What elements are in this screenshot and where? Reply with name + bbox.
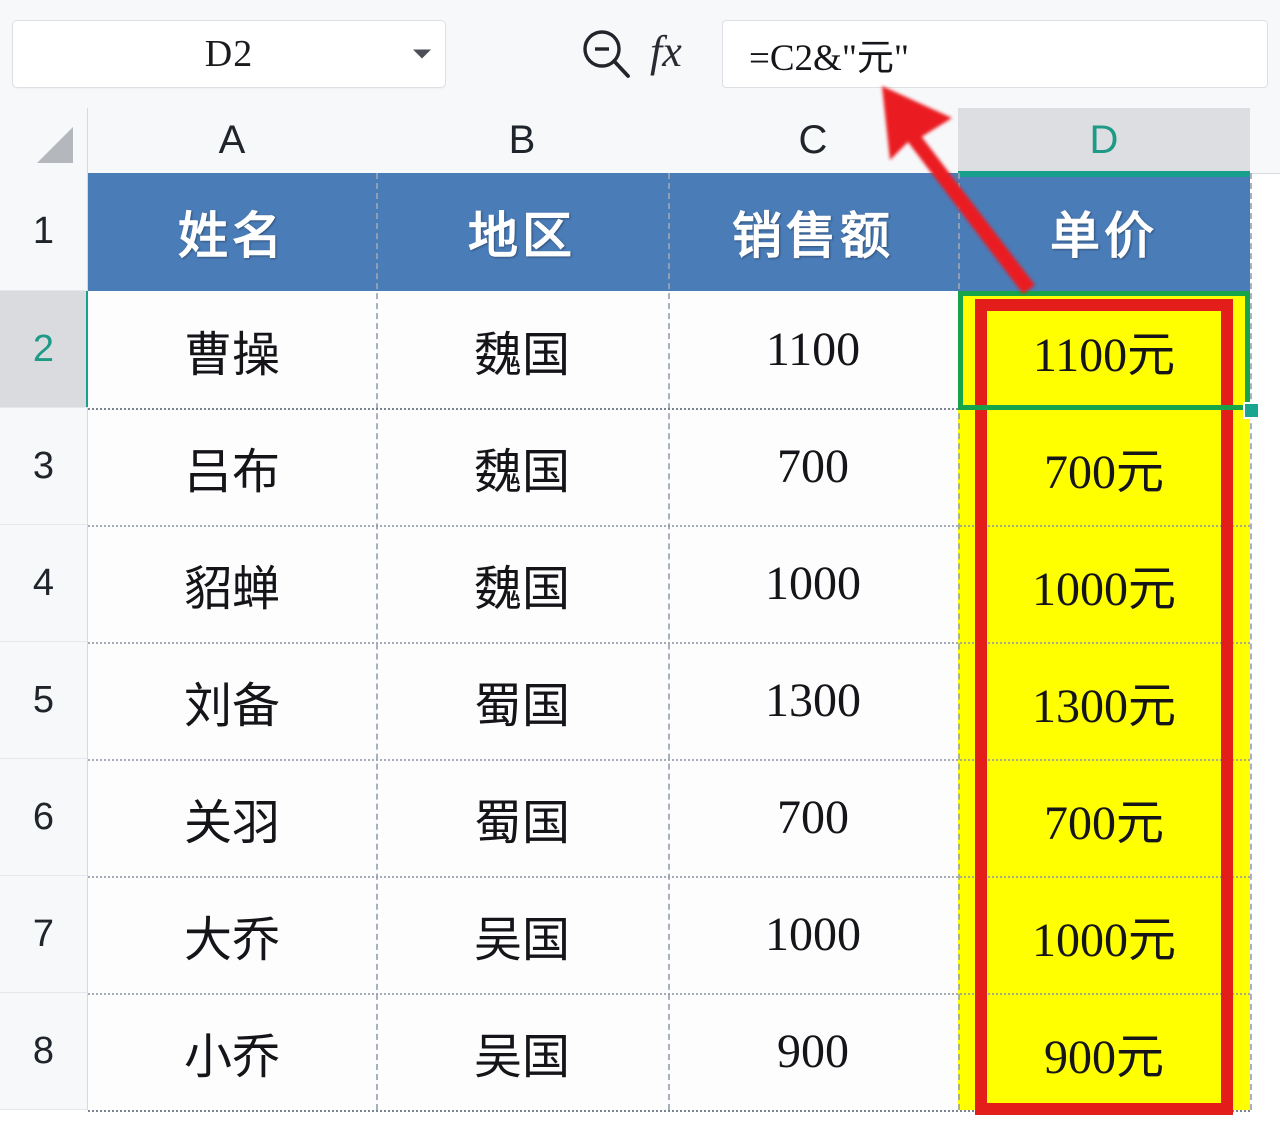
name-box-value: D2 (205, 32, 253, 76)
row-header-3[interactable]: 3 (0, 408, 88, 525)
cell-a7[interactable]: 大乔 (88, 876, 376, 993)
search-minus-icon[interactable] (580, 27, 634, 81)
gridline-vertical-de (1250, 173, 1252, 1110)
row-header-1[interactable]: 1 (0, 173, 88, 291)
cell-a1[interactable]: 姓名 (88, 173, 376, 291)
row-header-7[interactable]: 7 (0, 876, 88, 993)
cell-d3[interactable]: 700元 (958, 408, 1250, 525)
formula-input[interactable]: =C2&"元" (722, 20, 1268, 88)
column-header-a[interactable]: A (88, 108, 376, 173)
column-d-selection-edge (958, 173, 1250, 177)
cell-c2[interactable]: 1100 (668, 291, 958, 408)
cell-a5[interactable]: 刘备 (88, 642, 376, 759)
column-header-d[interactable]: D (958, 108, 1250, 173)
select-all-button[interactable] (0, 108, 88, 173)
cell-d2[interactable]: 1100元 (958, 291, 1250, 408)
row-header-6[interactable]: 6 (0, 759, 88, 876)
gridline-horizontal-4 (88, 642, 1250, 644)
cell-c4[interactable]: 1000 (668, 525, 958, 642)
gridline-horizontal-7 (88, 993, 1250, 995)
row-header-4[interactable]: 4 (0, 525, 88, 642)
cell-d8[interactable]: 900元 (958, 993, 1250, 1110)
cell-b6[interactable]: 蜀国 (376, 759, 668, 876)
cell-d5[interactable]: 1300元 (958, 642, 1250, 759)
gridline-horizontal-3 (88, 525, 1250, 527)
cell-a2[interactable]: 曹操 (88, 291, 376, 408)
column-header-b[interactable]: B (376, 108, 668, 173)
gridline-horizontal-8 (88, 1110, 1250, 1112)
cell-a8[interactable]: 小乔 (88, 993, 376, 1110)
column-header-c[interactable]: C (668, 108, 958, 173)
row-header-5[interactable]: 5 (0, 642, 88, 759)
column-header-row: A B C D (0, 108, 1280, 174)
cell-b1[interactable]: 地区 (376, 173, 668, 291)
cell-b3[interactable]: 魏国 (376, 408, 668, 525)
formula-input-value: =C2&"元" (749, 27, 909, 81)
cell-a4[interactable]: 貂蝉 (88, 525, 376, 642)
formula-bar: D2 fx =C2&"元" (0, 0, 1280, 108)
chevron-down-icon[interactable] (413, 50, 431, 59)
cell-b5[interactable]: 蜀国 (376, 642, 668, 759)
cell-c1[interactable]: 销售额 (668, 173, 958, 291)
gridline-horizontal-5 (88, 759, 1250, 761)
cell-d6[interactable]: 700元 (958, 759, 1250, 876)
cell-d7[interactable]: 1000元 (958, 876, 1250, 993)
cell-c7[interactable]: 1000 (668, 876, 958, 993)
cell-a3[interactable]: 吕布 (88, 408, 376, 525)
row-header-2[interactable]: 2 (0, 291, 88, 408)
cell-b4[interactable]: 魏国 (376, 525, 668, 642)
cell-c5[interactable]: 1300 (668, 642, 958, 759)
fx-icon[interactable]: fx (650, 26, 682, 77)
name-box[interactable]: D2 (12, 20, 446, 88)
cell-b2[interactable]: 魏国 (376, 291, 668, 408)
cell-a6[interactable]: 关羽 (88, 759, 376, 876)
cell-b7[interactable]: 吴国 (376, 876, 668, 993)
cell-b8[interactable]: 吴国 (376, 993, 668, 1110)
row-header-8[interactable]: 8 (0, 993, 88, 1110)
fill-handle[interactable] (1243, 402, 1260, 419)
cell-d4[interactable]: 1000元 (958, 525, 1250, 642)
cell-c3[interactable]: 700 (668, 408, 958, 525)
cell-c8[interactable]: 900 (668, 993, 958, 1110)
cell-d1[interactable]: 单价 (958, 173, 1250, 291)
spreadsheet-grid: A B C D 1 2 3 4 5 6 7 8 姓名 地区 销售额 单价 曹操 … (0, 108, 1280, 1142)
select-all-triangle-icon (37, 127, 73, 163)
gridline-horizontal-6 (88, 876, 1250, 878)
gridline-horizontal-2 (88, 408, 1250, 410)
cell-c6[interactable]: 700 (668, 759, 958, 876)
